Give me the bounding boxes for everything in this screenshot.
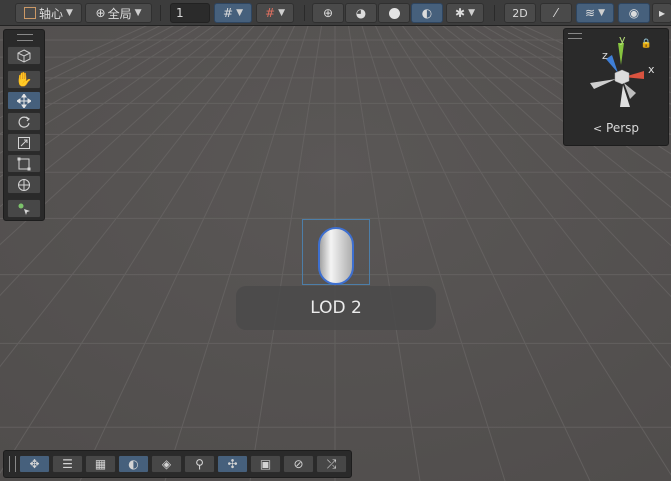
pivot-mode-label: 轴心 — [39, 6, 64, 21]
shuffle-icon: ⤮ — [326, 456, 337, 471]
camera-icon: ▣ — [259, 457, 272, 471]
axis-y-label: y — [619, 37, 626, 46]
custom-tool-button[interactable] — [7, 199, 41, 218]
wireframe-sphere-icon: ⊕ — [322, 6, 334, 20]
chevron-down-icon: ▼ — [134, 8, 142, 18]
toolbar-separator — [304, 5, 305, 21]
shading-button[interactable]: ◐ — [118, 455, 149, 473]
unlit-shading-button[interactable] — [378, 3, 410, 23]
sliders-icon: ☰ — [62, 457, 73, 471]
shaded-wireframe-button[interactable]: ◕ — [345, 3, 377, 23]
bottom-overlay-toolbar: ✥ ☰ ▦ ◐ ◈ ⚲ ✣ ▣ ⊘ ⤮ — [3, 450, 352, 478]
2d-mode-toggle[interactable]: 2D — [504, 3, 536, 23]
chevron-down-icon: ▼ — [278, 8, 285, 18]
shading-icon: ◐ — [128, 457, 139, 471]
capsule-object[interactable] — [317, 226, 355, 286]
grid-size-field[interactable]: 1 — [170, 3, 210, 23]
gizmo-center-cube[interactable] — [614, 69, 630, 85]
scale-icon — [18, 136, 30, 149]
move-icon: ✥ — [29, 457, 40, 471]
lighting-toggle[interactable]: ⁄ — [540, 3, 572, 23]
debug-draw-mode-dropdown[interactable]: ✱ ▼ — [446, 3, 484, 23]
solid-sphere-icon — [388, 7, 400, 19]
chevron-down-icon: ▼ — [468, 8, 475, 18]
pivot-icon: ✣ — [227, 457, 238, 471]
lit-shading-button[interactable]: ◐ — [411, 3, 443, 23]
toolbar-separator — [494, 5, 495, 21]
compass-icon: ⊘ — [293, 457, 304, 471]
grid-snap-button[interactable]: ▦ — [85, 455, 116, 473]
drag-handle[interactable] — [9, 456, 16, 472]
grid-snap-toggle[interactable]: # ▼ — [256, 3, 294, 23]
orientation-gizmo[interactable]: 🔒 y x z < Persp — [563, 28, 669, 146]
space-mode-dropdown[interactable]: ⊕ 全局 ▼ — [85, 3, 152, 23]
cube-icon — [17, 48, 31, 63]
search-button[interactable]: ⚲ — [184, 455, 215, 473]
chevron-down-icon: ▼ — [236, 8, 243, 18]
effects-dropdown[interactable]: ≋ ▼ — [576, 3, 614, 23]
layers-button[interactable]: ◈ — [151, 455, 182, 473]
visibility-toggle[interactable]: ◉ — [618, 3, 650, 23]
view-cube-button[interactable] — [7, 46, 41, 65]
eye-icon: ◉ — [628, 6, 640, 20]
lod-label: LOD 2 — [236, 286, 436, 330]
hand-icon: ✋ — [15, 71, 33, 88]
scale-tool-button[interactable] — [7, 133, 41, 152]
layers-icon: ◈ — [161, 457, 172, 471]
shaded-wireframe-icon: ◕ — [355, 6, 367, 20]
overflow-button[interactable]: ▸ — [652, 3, 671, 23]
scene-toolbar: 轴心 ▼ ⊕ 全局 ▼ 1 # ▼ # ▼ ⊕ ◕ ◐ ✱ ▼ 2D ⁄ ≋ ▼ — [0, 0, 671, 26]
grid-snap-icon: # — [265, 6, 276, 20]
globe-icon: ⊕ — [95, 6, 106, 20]
transform-icon — [18, 178, 30, 191]
lighting-off-icon: ⁄ — [554, 6, 557, 20]
lod-label-text: LOD 2 — [310, 298, 362, 318]
wireframe-shading-button[interactable]: ⊕ — [312, 3, 344, 23]
2d-icon: 2D — [512, 6, 528, 20]
axis-x-label: x — [648, 63, 655, 76]
rotate-tool-button[interactable] — [7, 112, 41, 131]
bug-icon: ✱ — [455, 6, 466, 20]
space-mode-label: 全局 — [107, 6, 132, 21]
camera-button[interactable]: ▣ — [250, 455, 281, 473]
sliders-button[interactable]: ☰ — [52, 455, 83, 473]
custom-tool-icon — [18, 203, 30, 215]
chevron-down-icon: ▼ — [66, 8, 73, 18]
grid-visibility-toggle[interactable]: # ▼ — [214, 3, 252, 23]
rotate-icon — [18, 116, 30, 128]
axis-neg-x-cone[interactable] — [590, 79, 616, 89]
search-icon: ⚲ — [195, 457, 204, 471]
compass-button[interactable]: ⊘ — [283, 455, 314, 473]
drag-handle[interactable] — [17, 34, 33, 41]
view-tool-button[interactable]: ✋ — [7, 70, 41, 89]
axis-gizmo[interactable]: y x z — [582, 37, 658, 117]
shuffle-button[interactable]: ⤮ — [316, 455, 347, 473]
move-toggle-button[interactable]: ✥ — [19, 455, 50, 473]
grid-snap-icon: ▦ — [94, 457, 107, 471]
tools-overlay: ✋ — [3, 29, 45, 221]
axis-z-cone[interactable] — [606, 55, 618, 73]
move-icon — [17, 93, 31, 108]
rect-tool-button[interactable] — [7, 154, 41, 173]
layers-icon: ≋ — [585, 6, 596, 20]
transform-tool-button[interactable] — [7, 175, 41, 194]
pivot-button[interactable]: ✣ — [217, 455, 248, 473]
move-tool-button[interactable] — [7, 91, 41, 110]
axis-z-label: z — [602, 49, 608, 62]
grid-size-value: 1 — [176, 6, 184, 20]
perspective-icon: < — [592, 122, 603, 135]
pivot-icon — [24, 7, 37, 19]
grid-icon: # — [223, 6, 234, 20]
axis-y-cone[interactable] — [618, 43, 624, 65]
chevron-down-icon: ▼ — [598, 8, 605, 18]
rect-icon — [17, 157, 31, 170]
toolbar-separator — [160, 5, 161, 21]
more-icon: ▸ — [658, 6, 666, 20]
projection-toggle[interactable]: < Persp — [564, 121, 668, 135]
pivot-mode-dropdown[interactable]: 轴心 ▼ — [15, 3, 82, 23]
drag-handle[interactable] — [568, 33, 582, 39]
lit-sphere-icon: ◐ — [421, 6, 433, 20]
projection-label: Persp — [606, 121, 640, 135]
